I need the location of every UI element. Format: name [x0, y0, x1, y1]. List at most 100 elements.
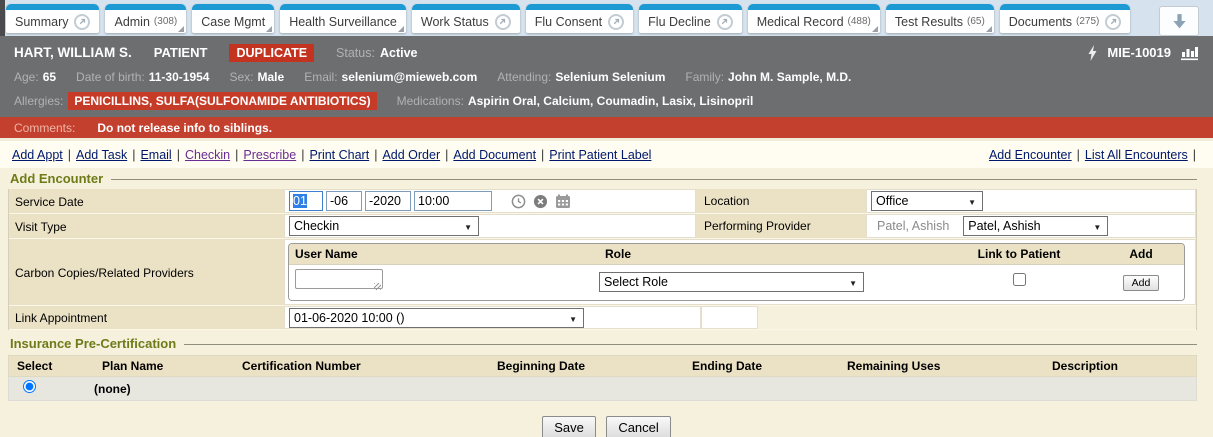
- external-link-icon: [1105, 14, 1121, 30]
- link-print-patient-label[interactable]: Print Patient Label: [549, 148, 651, 162]
- user-name-header: User Name: [289, 244, 599, 264]
- duplicate-badge[interactable]: DUPLICATE: [229, 44, 314, 62]
- tab-test-results[interactable]: Test Results (65): [886, 4, 994, 33]
- service-date-month-input[interactable]: 01: [289, 191, 323, 211]
- allergies-field: Allergies:PENICILLINS, SULFA(SULFONAMIDE…: [14, 94, 377, 108]
- location-select[interactable]: Office: [871, 191, 983, 211]
- action-links-row: Add Appt| Add Task| Email| Checkin| Pres…: [0, 141, 1213, 168]
- external-link-icon: [608, 14, 624, 30]
- link-to-patient-header: Link to Patient: [929, 244, 1109, 264]
- dropdown-fold-icon: [266, 26, 272, 32]
- service-date-label: Service Date: [9, 189, 284, 213]
- link-add-encounter[interactable]: Add Encounter: [989, 148, 1072, 162]
- link-checkin[interactable]: Checkin: [185, 148, 230, 162]
- service-date-year-input[interactable]: -2020: [365, 191, 411, 211]
- add-encounter-heading: Add Encounter: [10, 169, 1197, 188]
- link-appointment-select[interactable]: 01-06-2020 10:00 (): [289, 308, 584, 328]
- visit-type-label: Visit Type: [9, 214, 284, 238]
- medications-field: Medications:Aspirin Oral, Calcium, Couma…: [397, 94, 754, 108]
- add-cc-button[interactable]: Add: [1123, 275, 1160, 291]
- insurance-heading: Insurance Pre-Certification: [10, 334, 1197, 353]
- visit-type-select[interactable]: Checkin: [289, 216, 479, 236]
- tab-flu-decline[interactable]: Flu Decline: [639, 4, 742, 33]
- plan-name-cell: (none): [94, 382, 234, 396]
- external-link-icon: [74, 14, 90, 30]
- section-title: Add Encounter: [10, 171, 103, 186]
- down-arrow-icon: [1171, 13, 1188, 30]
- comments-bar: Comments: Do not release info to sibling…: [0, 117, 1213, 141]
- lightning-icon[interactable]: [1087, 45, 1098, 61]
- insurance-table-row: (none): [8, 377, 1197, 401]
- download-button[interactable]: [1159, 6, 1199, 36]
- service-time-input[interactable]: 10:00: [414, 191, 492, 211]
- family-field: Family:John M. Sample, M.D.: [685, 70, 851, 84]
- comments-label: Comments:: [14, 121, 75, 135]
- performing-provider-text: Patel, Ashish: [877, 219, 949, 233]
- precert-radio[interactable]: [23, 380, 36, 393]
- link-appointment-label: Link Appointment: [9, 306, 284, 329]
- patient-type-label: PATIENT: [154, 45, 208, 60]
- link-to-patient-checkbox[interactable]: [1013, 273, 1026, 286]
- save-button[interactable]: Save: [542, 416, 596, 437]
- visit-type-row: Visit Type Checkin Performing Provider P…: [9, 214, 1196, 239]
- external-link-icon: [717, 14, 733, 30]
- location-label: Location: [696, 189, 866, 213]
- tab-medical-record[interactable]: Medical Record (488): [748, 4, 880, 33]
- carbon-copies-header: User Name Role Link to Patient Add: [289, 244, 1184, 265]
- status-value: Active: [380, 46, 418, 60]
- performing-provider-select[interactable]: Patel, Ashish: [963, 216, 1108, 236]
- tab-summary[interactable]: Summary: [6, 4, 99, 33]
- insurance-table-header: Select Plan Name Certification Number Be…: [8, 355, 1197, 377]
- link-email[interactable]: Email: [140, 148, 171, 162]
- service-date-row: Service Date 01 -06 -2020 10:00 Location…: [9, 189, 1196, 214]
- patient-header: HART, WILLIAM S. PATIENT DUPLICATE Statu…: [0, 36, 1213, 117]
- tab-health-surveillance[interactable]: Health Surveillance: [280, 4, 406, 33]
- external-link-icon: [495, 14, 511, 30]
- link-add-task[interactable]: Add Task: [76, 148, 127, 162]
- link-appointment-row: Link Appointment 01-06-2020 10:00 (): [9, 306, 1196, 330]
- clock-icon[interactable]: [511, 194, 526, 209]
- email-field: Email:selenium@mieweb.com: [304, 70, 477, 84]
- tab-case-mgmt[interactable]: Case Mgmt: [192, 4, 274, 33]
- resize-grip-icon[interactable]: [374, 283, 381, 290]
- link-add-order[interactable]: Add Order: [382, 148, 440, 162]
- flowsheet-chart-icon[interactable]: [1180, 45, 1199, 61]
- link-prescribe[interactable]: Prescribe: [243, 148, 296, 162]
- link-add-appt[interactable]: Add Appt: [12, 148, 63, 162]
- dob-field: Date of birth:11-30-1954: [76, 70, 209, 84]
- carbon-copies-row: Carbon Copies/Related Providers User Nam…: [9, 239, 1196, 306]
- link-print-chart[interactable]: Print Chart: [309, 148, 369, 162]
- left-edge-sliver: [0, 0, 5, 36]
- dropdown-fold-icon: [986, 26, 992, 32]
- service-date-day-input[interactable]: -06: [326, 191, 362, 211]
- age-field: Age:65: [14, 70, 56, 84]
- link-list-all-encounters[interactable]: List All Encounters: [1085, 148, 1188, 162]
- allergy-alert-chip[interactable]: PENICILLINS, SULFA(SULFONAMIDE ANTIBIOTI…: [68, 92, 376, 110]
- left-action-links: Add Appt| Add Task| Email| Checkin| Pres…: [12, 148, 651, 162]
- insurance-table: Select Plan Name Certification Number Be…: [8, 355, 1197, 401]
- cancel-button[interactable]: Cancel: [606, 416, 670, 437]
- clear-icon[interactable]: [533, 194, 548, 209]
- carbon-copies-box: User Name Role Link to Patient Add Selec…: [288, 243, 1185, 301]
- tab-documents[interactable]: Documents (275): [1000, 4, 1131, 33]
- user-name-input[interactable]: [295, 269, 383, 289]
- attending-field: Attending:Selenium Selenium: [497, 70, 665, 84]
- dropdown-fold-icon: [398, 26, 404, 32]
- footer-buttons: Save Cancel: [0, 416, 1213, 437]
- carbon-copies-label: Carbon Copies/Related Providers: [9, 239, 284, 305]
- carbon-copies-input-row: Select Role Add: [289, 265, 1184, 300]
- tab-work-status[interactable]: Work Status: [412, 4, 520, 33]
- right-action-links: Add Encounter| List All Encounters|: [989, 148, 1201, 162]
- sex-field: Sex:Male: [229, 70, 284, 84]
- section-title: Insurance Pre-Certification: [10, 336, 176, 351]
- performing-provider-label: Performing Provider: [696, 214, 866, 238]
- link-add-document[interactable]: Add Document: [453, 148, 536, 162]
- tab-admin[interactable]: Admin (308): [105, 4, 186, 33]
- role-header: Role: [599, 244, 929, 264]
- tab-flu-consent[interactable]: Flu Consent: [526, 4, 633, 33]
- add-encounter-form: Service Date 01 -06 -2020 10:00 Location…: [8, 189, 1197, 330]
- dropdown-fold-icon: [178, 26, 184, 32]
- dropdown-fold-icon: [872, 26, 878, 32]
- calendar-icon[interactable]: [555, 194, 571, 209]
- role-select[interactable]: Select Role: [599, 272, 864, 292]
